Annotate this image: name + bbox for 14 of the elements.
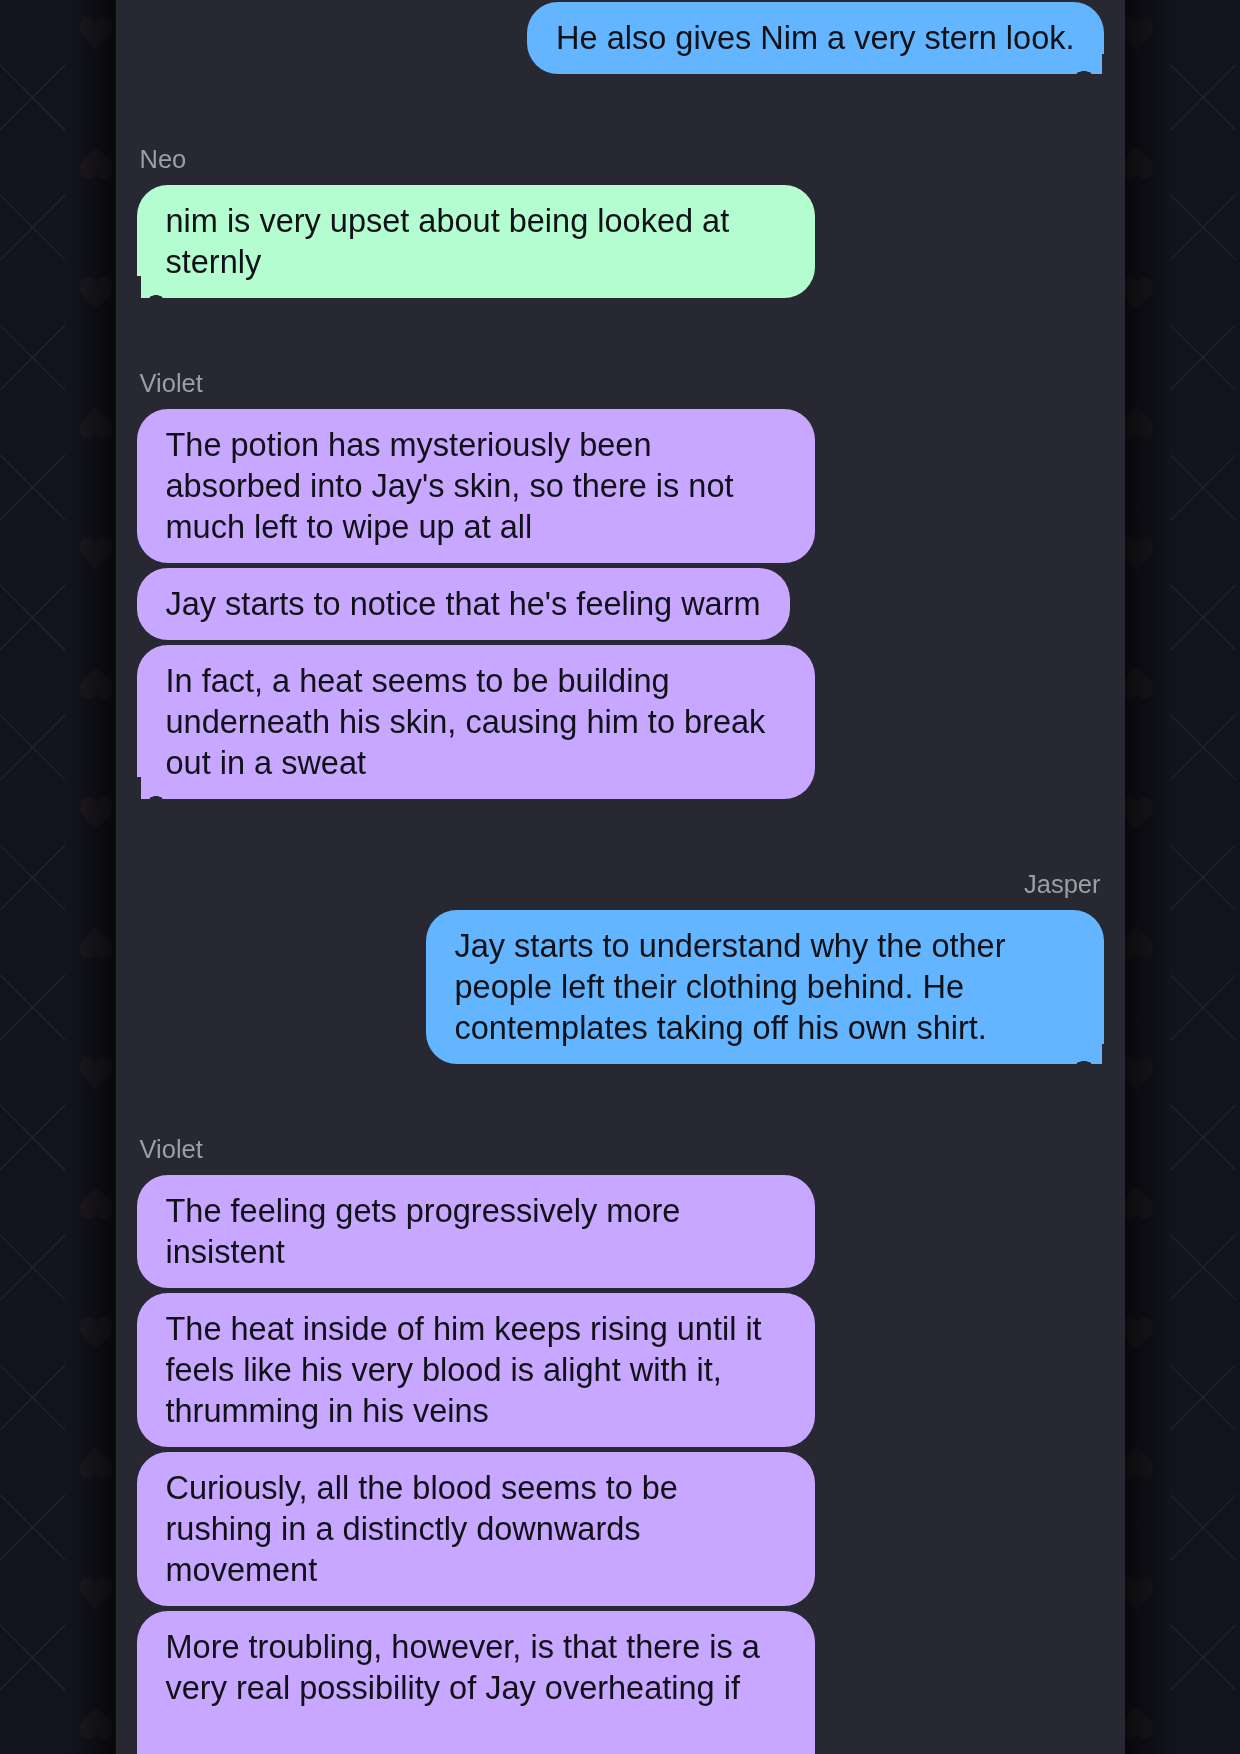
sender-name: Jasper — [1022, 869, 1102, 899]
message-bubble: In fact, a heat seems to be building underneath his skin, causing him to break out in a sweat — [136, 645, 815, 799]
message-bubble: He also gives Nim a very stern look. — [527, 2, 1104, 74]
message-bubble: The heat inside of him keeps rising until it feels like his very blood is alight with it, thrumming in his veins — [136, 1293, 815, 1447]
message-bubble: nim is very upset about being looked at sternly — [136, 185, 815, 298]
sender-name: Violet — [138, 1134, 204, 1164]
message-bubble: Jay starts to notice that he's feeling warm — [136, 568, 790, 640]
sender-name: Violet — [138, 368, 204, 398]
sender-name: Neo — [138, 144, 188, 174]
message-bubble: Curiously, all the blood seems to be rushing in a distinctly downwards movement — [136, 1452, 815, 1606]
message-bubble: The potion has mysteriously been absorbed into Jay's skin, so there is not much left to wipe up at all — [136, 409, 815, 563]
message-bubble: Jay starts to understand why the other people left their clothing behind. He contemplates taking off his own shirt. — [425, 910, 1104, 1064]
message-bubble: More troubling, however, is that there is a very real possibility of Jay overheating if — [136, 1611, 815, 1754]
message-bubble: The feeling gets progressively more insistent — [136, 1175, 815, 1288]
